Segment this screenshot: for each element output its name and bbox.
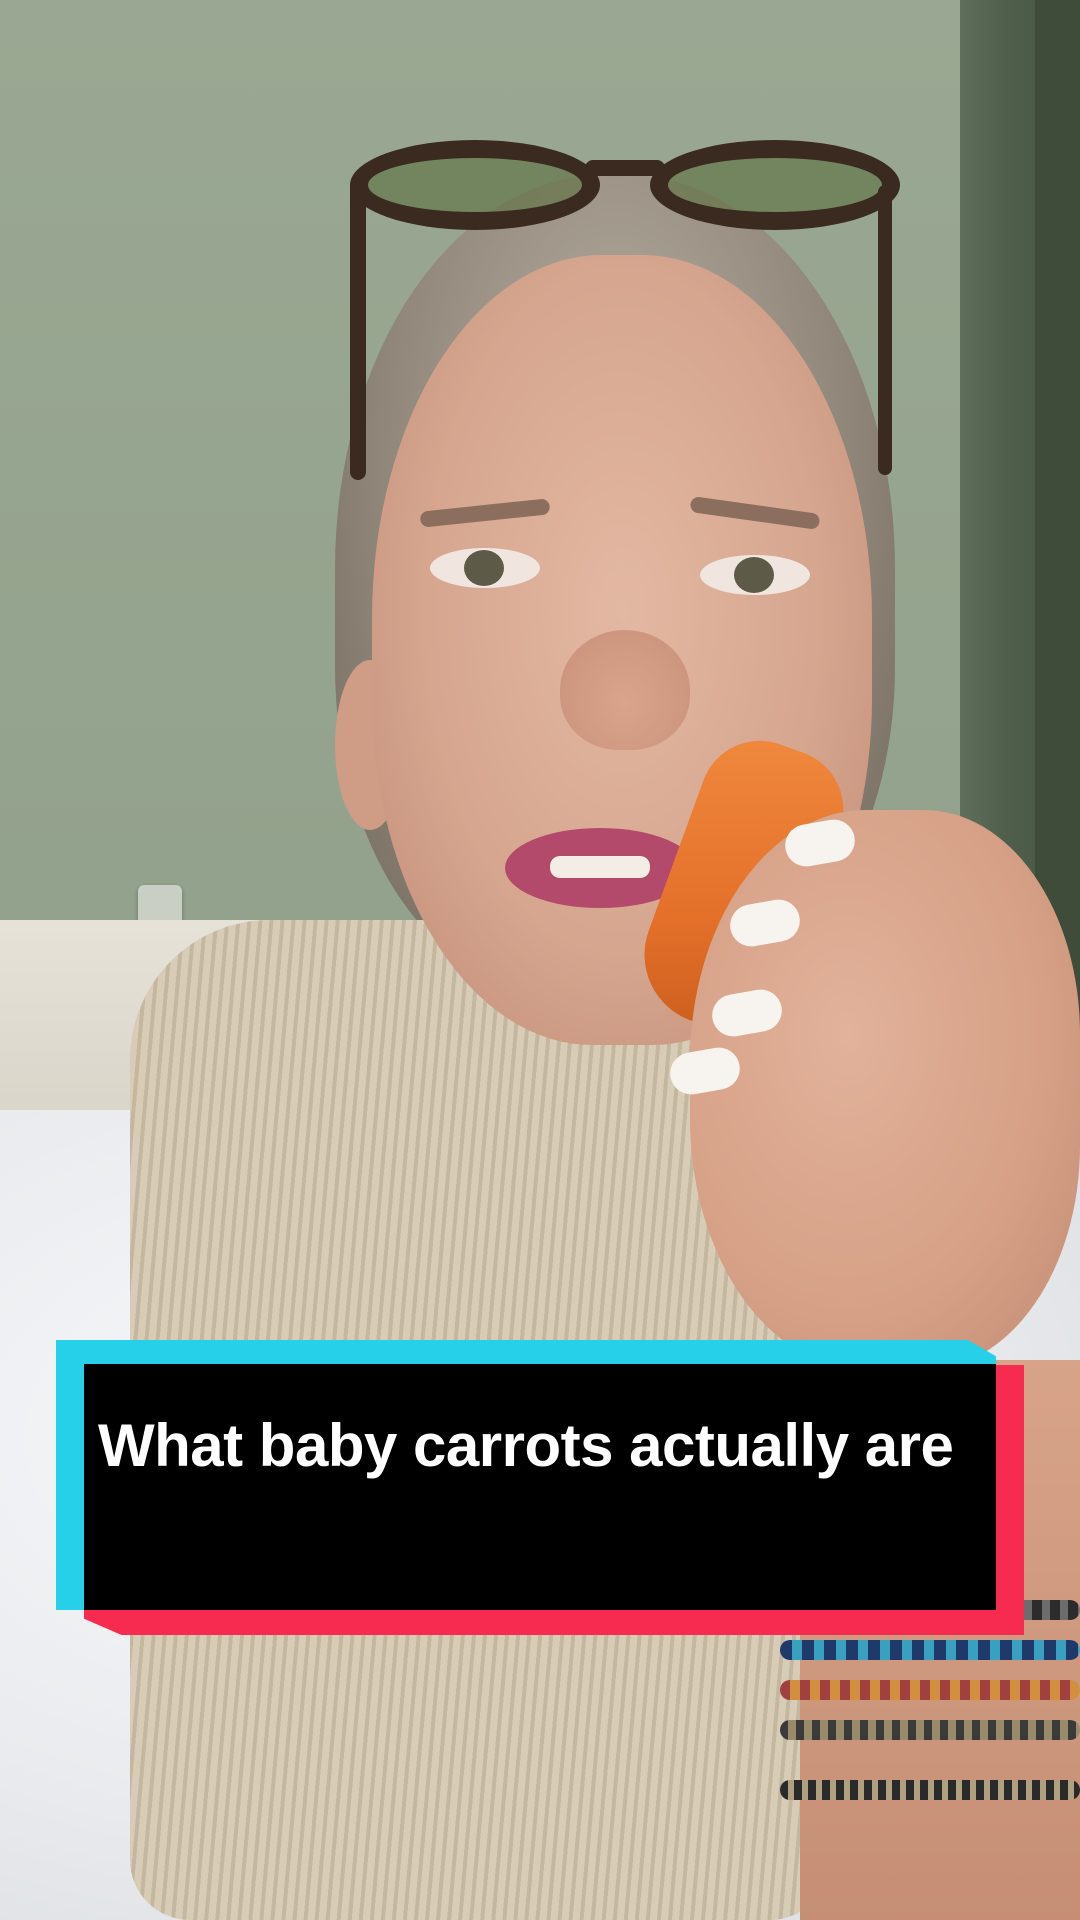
bracelet <box>780 1720 1080 1740</box>
caption-overlay <box>56 1340 1024 1635</box>
hand <box>690 810 1080 1370</box>
caption-text: What baby carrots actually are <box>98 1412 954 1479</box>
right-eye <box>700 555 810 595</box>
sunglasses <box>350 140 900 250</box>
caption-box <box>84 1364 996 1610</box>
sunglasses-temple-right <box>878 185 892 475</box>
sunglasses-temple-left <box>350 180 366 480</box>
nose <box>560 630 690 750</box>
video-frame[interactable]: What baby carrots actually are <box>0 0 1080 1920</box>
left-eye <box>430 548 540 588</box>
bracelet <box>780 1640 1080 1660</box>
bracelet <box>780 1680 1080 1700</box>
bracelet <box>780 1780 1080 1800</box>
